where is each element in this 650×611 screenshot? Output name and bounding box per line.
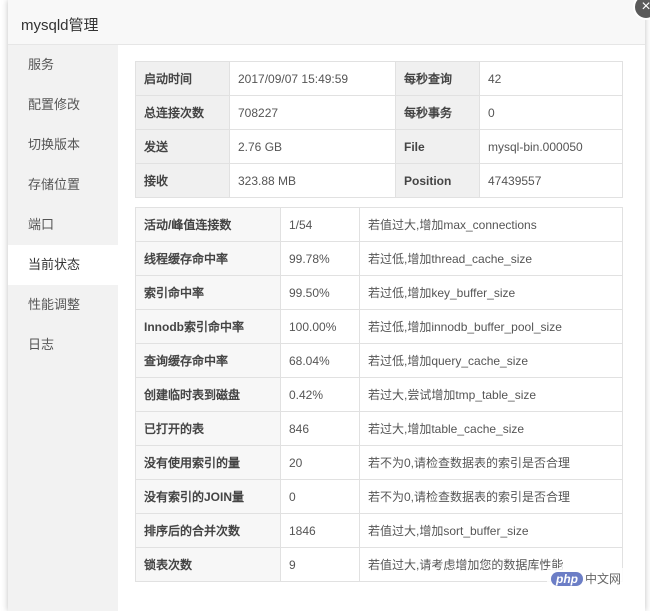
metric-tip: 若值过大,增加max_connections xyxy=(359,207,623,242)
metric-tip: 若不为0,请检查数据表的索引是否合理 xyxy=(359,479,623,514)
metric-name: Innodb索引命中率 xyxy=(135,309,281,344)
metric-value: 20 xyxy=(280,445,360,480)
watermark-logo: php xyxy=(551,572,583,586)
status-label: File xyxy=(395,129,480,164)
metric-value: 1/54 xyxy=(280,207,360,242)
metric-name: 创建临时表到磁盘 xyxy=(135,377,281,412)
status-value: 0 xyxy=(479,95,623,130)
status-label: 接收 xyxy=(135,163,230,198)
status-label: Position xyxy=(395,163,480,198)
table-row: 没有使用索引的量 20 若不为0,请检查数据表的索引是否合理 xyxy=(135,445,623,480)
performance-table: 活动/峰值连接数 1/54 若值过大,增加max_connections 线程缓存命中… xyxy=(135,207,623,582)
metric-tip: 若过低,增加thread_cache_size xyxy=(359,241,623,276)
status-value: 323.88 MB xyxy=(229,163,396,198)
status-label: 每秒事务 xyxy=(395,95,480,130)
sidebar: 服务 配置修改 切换版本 存储位置 端口 当前状态 性能调整 日志 xyxy=(8,45,118,611)
metric-name: 活动/峰值连接数 xyxy=(135,207,281,242)
metric-value: 99.50% xyxy=(280,275,360,310)
sidebar-item-version[interactable]: 切换版本 xyxy=(8,125,118,165)
dialog-title-bar: mysqld管理 xyxy=(8,0,645,45)
status-table: 启动时间 2017/09/07 15:49:59 每秒查询 42 总连接次数 708227… xyxy=(135,61,623,198)
metric-tip: 若过低,增加query_cache_size xyxy=(359,343,623,378)
status-value: 42 xyxy=(479,61,623,96)
dialog-title: mysqld管理 xyxy=(21,17,99,34)
table-row: 已打开的表 846 若过大,增加table_cache_size xyxy=(135,411,623,446)
metric-name: 排序后的合并次数 xyxy=(135,513,281,548)
metric-value: 846 xyxy=(280,411,360,446)
sidebar-item-logs[interactable]: 日志 xyxy=(8,325,118,365)
metric-name: 锁表次数 xyxy=(135,547,281,582)
sidebar-item-performance[interactable]: 性能调整 xyxy=(8,285,118,325)
watermark-text: 中文网 xyxy=(585,572,622,586)
status-value: 708227 xyxy=(229,95,396,130)
table-row: 线程缓存命中率 99.78% 若过低,增加thread_cache_size xyxy=(135,241,623,276)
metric-name: 已打开的表 xyxy=(135,411,281,446)
sidebar-item-status[interactable]: 当前状态 xyxy=(8,245,118,285)
metric-tip: 若过大,增加table_cache_size xyxy=(359,411,623,446)
table-row: Innodb索引命中率 100.00% 若过低,增加innodb_buffer_po… xyxy=(135,309,623,344)
table-row: 活动/峰值连接数 1/54 若值过大,增加max_connections xyxy=(135,207,623,242)
status-row: 总连接次数 708227 每秒事务 0 xyxy=(135,95,623,130)
metric-tip: 若过低,增加key_buffer_size xyxy=(359,275,623,310)
metric-tip: 若过低,增加innodb_buffer_pool_size xyxy=(359,309,623,344)
status-value: 47439557 xyxy=(479,163,623,198)
metric-value: 0.42% xyxy=(280,377,360,412)
table-row: 没有索引的JOIN量 0 若不为0,请检查数据表的索引是否合理 xyxy=(135,479,623,514)
metric-name: 没有使用索引的量 xyxy=(135,445,281,480)
status-value: mysql-bin.000050 xyxy=(479,129,623,164)
metric-tip: 若值过大,增加sort_buffer_size xyxy=(359,513,623,548)
watermark: php 中文网 xyxy=(547,568,626,589)
metric-name: 查询缓存命中率 xyxy=(135,343,281,378)
metric-name: 没有索引的JOIN量 xyxy=(135,479,281,514)
status-row: 接收 323.88 MB Position 47439557 xyxy=(135,163,623,198)
status-label: 每秒查询 xyxy=(395,61,480,96)
metric-value: 9 xyxy=(280,547,360,582)
metric-value: 0 xyxy=(280,479,360,514)
status-label: 启动时间 xyxy=(135,61,230,96)
metric-tip: 若过大,尝试增加tmp_table_size xyxy=(359,377,623,412)
sidebar-item-storage[interactable]: 存储位置 xyxy=(8,165,118,205)
status-row: 发送 2.76 GB File mysql-bin.000050 xyxy=(135,129,623,164)
sidebar-item-port[interactable]: 端口 xyxy=(8,205,118,245)
table-row: 索引命中率 99.50% 若过低,增加key_buffer_size xyxy=(135,275,623,310)
status-panel: 启动时间 2017/09/07 15:49:59 每秒查询 42 总连接次数 708227… xyxy=(126,45,642,611)
metric-value: 99.78% xyxy=(280,241,360,276)
status-value: 2.76 GB xyxy=(229,129,396,164)
status-value: 2017/09/07 15:49:59 xyxy=(229,61,396,96)
sidebar-item-config[interactable]: 配置修改 xyxy=(8,85,118,125)
metric-name: 线程缓存命中率 xyxy=(135,241,281,276)
status-row: 启动时间 2017/09/07 15:49:59 每秒查询 42 xyxy=(135,61,623,96)
status-label: 发送 xyxy=(135,129,230,164)
table-row: 查询缓存命中率 68.04% 若过低,增加query_cache_size xyxy=(135,343,623,378)
table-row: 排序后的合并次数 1846 若值过大,增加sort_buffer_size xyxy=(135,513,623,548)
metric-tip: 若不为0,请检查数据表的索引是否合理 xyxy=(359,445,623,480)
metric-value: 1846 xyxy=(280,513,360,548)
metric-value: 100.00% xyxy=(280,309,360,344)
metric-name: 索引命中率 xyxy=(135,275,281,310)
table-row: 创建临时表到磁盘 0.42% 若过大,尝试增加tmp_table_size xyxy=(135,377,623,412)
sidebar-item-service[interactable]: 服务 xyxy=(8,45,118,85)
mysqld-manager-dialog: mysqld管理 × 服务 配置修改 切换版本 存储位置 端口 当前状态 性能调… xyxy=(8,0,650,611)
status-label: 总连接次数 xyxy=(135,95,230,130)
metric-value: 68.04% xyxy=(280,343,360,378)
